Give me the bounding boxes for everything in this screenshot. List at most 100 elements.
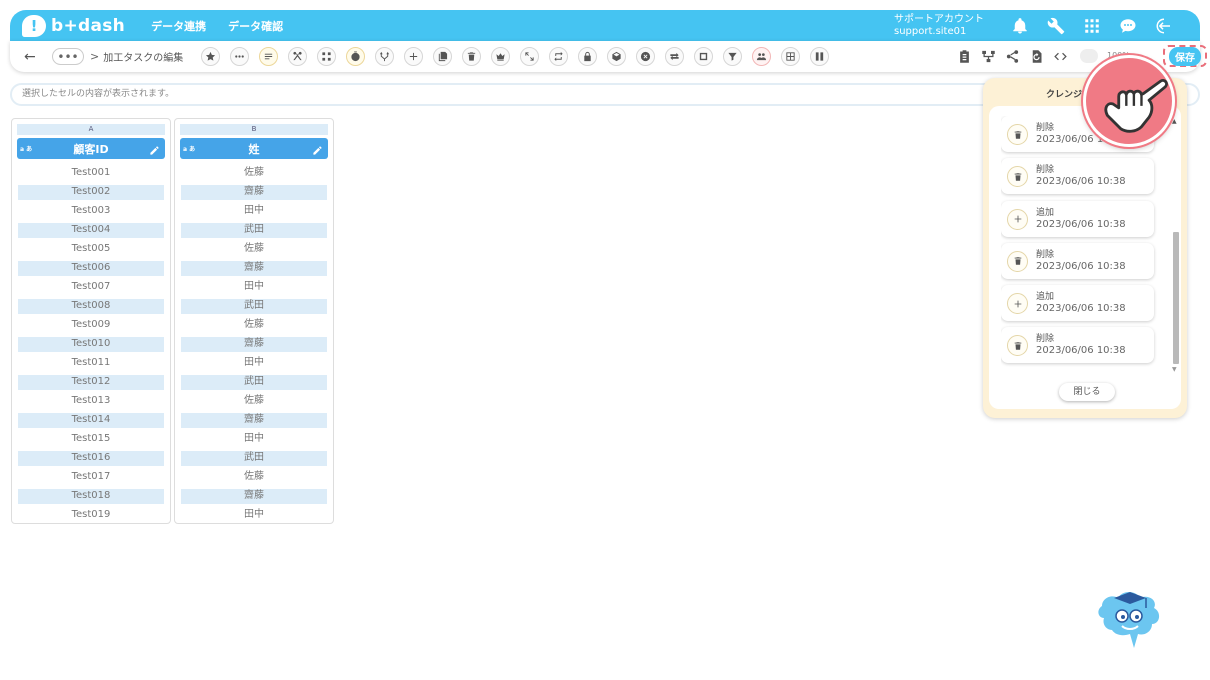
table-row[interactable]: Test004 [18, 221, 164, 240]
history-item[interactable]: 削除 2023/06/06 10:38 [1001, 242, 1154, 279]
table-row[interactable]: Test006 [18, 259, 164, 278]
edit-pencil-icon[interactable] [149, 141, 161, 155]
frame-icon[interactable] [694, 47, 714, 66]
wrench-icon[interactable] [1046, 16, 1066, 36]
more-icon[interactable] [230, 47, 250, 66]
app-logo[interactable]: ! b+dash [22, 14, 125, 37]
copy-icon[interactable] [433, 47, 453, 66]
text-lines-icon[interactable] [259, 47, 279, 66]
history-item[interactable]: 削除 2023/06/06 10:38 [1001, 158, 1154, 195]
save-button[interactable]: 保存 [1163, 45, 1207, 67]
cell-value: 齋藤 [181, 261, 327, 276]
table-row[interactable]: Test008 [18, 297, 164, 316]
column-header[interactable]: a あ 姓 [180, 138, 328, 159]
table-row[interactable]: Test010 [18, 335, 164, 354]
trash-icon[interactable] [462, 47, 482, 66]
bell-icon[interactable] [1010, 16, 1030, 36]
scroll-thumb[interactable] [1173, 232, 1179, 364]
tool-buttons [201, 47, 839, 66]
chat-icon[interactable] [1118, 16, 1138, 36]
table-row[interactable]: 齋藤 [181, 411, 327, 430]
columns-icon[interactable] [810, 47, 830, 66]
table-row[interactable]: 武田 [181, 221, 327, 240]
people-icon[interactable] [752, 47, 772, 66]
history-item[interactable]: 削除 2023/06/06 10:38 [1001, 327, 1154, 364]
cancel-icon[interactable] [636, 47, 656, 66]
expand-icon[interactable] [520, 47, 540, 66]
table-row[interactable]: Test013 [18, 392, 164, 411]
swap-icon[interactable] [665, 47, 685, 66]
table-row[interactable]: Test007 [18, 278, 164, 297]
table-row[interactable]: Test019 [18, 506, 164, 525]
table-row[interactable]: Test012 [18, 373, 164, 392]
table-row[interactable]: 田中 [181, 430, 327, 449]
nav-data-link[interactable]: データ連携 [151, 18, 206, 34]
table-row[interactable]: 佐藤 [181, 164, 327, 183]
history-scrollbar[interactable]: ▲ ▼ [1172, 118, 1180, 373]
zoom-toggle[interactable] [1080, 49, 1098, 63]
table-row[interactable]: 田中 [181, 202, 327, 221]
history-item[interactable]: 追加 2023/06/06 10:38 [1001, 200, 1154, 237]
table-row[interactable]: Test011 [18, 354, 164, 373]
history-icon[interactable] [1027, 47, 1045, 65]
table-row[interactable]: 齋藤 [181, 335, 327, 354]
grid-icon[interactable] [1082, 16, 1102, 36]
table-row[interactable]: Test001 [18, 164, 164, 183]
history-action: 追加 [1036, 207, 1055, 218]
table-row[interactable]: 佐藤 [181, 468, 327, 487]
table-row[interactable]: Test009 [18, 316, 164, 335]
lock-icon[interactable] [578, 47, 598, 66]
repeat-icon[interactable] [549, 47, 569, 66]
table-row[interactable]: Test018 [18, 487, 164, 506]
cell-value: 佐藤 [244, 471, 264, 482]
table-row[interactable]: 齋藤 [181, 487, 327, 506]
star-icon[interactable] [201, 47, 221, 66]
merge-icon[interactable] [317, 47, 337, 66]
network-icon[interactable] [979, 47, 997, 65]
back-arrow-icon[interactable]: ← [24, 49, 38, 65]
table-row[interactable]: Test003 [18, 202, 164, 221]
history-item[interactable]: 追加 2023/06/06 10:38 [1001, 285, 1154, 322]
table-row[interactable]: Test005 [18, 240, 164, 259]
table-row[interactable]: Test002 [18, 183, 164, 202]
share-icon[interactable] [1003, 47, 1021, 65]
table-row[interactable]: Test014 [18, 411, 164, 430]
logout-icon[interactable] [1154, 16, 1174, 36]
add-icon[interactable] [404, 47, 424, 66]
breadcrumb-more-button[interactable]: ••• [52, 48, 84, 65]
edit-pencil-icon[interactable] [312, 141, 324, 155]
table-row[interactable]: 齋藤 [181, 183, 327, 202]
nav-data-check[interactable]: データ確認 [228, 18, 283, 34]
clipboard-icon[interactable] [955, 47, 973, 65]
package-icon[interactable] [607, 47, 627, 66]
mascot-character-icon[interactable] [1094, 588, 1164, 654]
table-row[interactable]: Test017 [18, 468, 164, 487]
column-letter[interactable]: A [17, 124, 165, 135]
table-row[interactable]: 佐藤 [181, 392, 327, 411]
table-icon[interactable] [781, 47, 801, 66]
scroll-up-arrow-icon[interactable]: ▲ [1172, 118, 1177, 125]
account-info[interactable]: サポートアカウント support.site01 [894, 14, 984, 38]
table-row[interactable]: Test016 [18, 449, 164, 468]
table-row[interactable]: Test015 [18, 430, 164, 449]
table-row[interactable]: 田中 [181, 506, 327, 525]
fork-icon[interactable] [375, 47, 395, 66]
code-icon[interactable] [1051, 47, 1069, 65]
table-row[interactable]: 武田 [181, 297, 327, 316]
column-header[interactable]: a あ 顧客ID [17, 138, 165, 159]
table-row[interactable]: 齋藤 [181, 259, 327, 278]
column-letter[interactable]: B [180, 124, 328, 135]
history-list: 削除 2023/06/06 10:38 削除 2023/06/06 10:38 追加 20… [1001, 116, 1161, 378]
scissors-icon[interactable] [288, 47, 308, 66]
table-row[interactable]: 佐藤 [181, 240, 327, 259]
timer-icon[interactable] [346, 47, 366, 66]
close-button[interactable]: 閉じる [1059, 383, 1115, 401]
filter-icon[interactable] [723, 47, 743, 66]
crown-icon[interactable] [491, 47, 511, 66]
table-row[interactable]: 佐藤 [181, 316, 327, 335]
table-row[interactable]: 武田 [181, 373, 327, 392]
table-row[interactable]: 武田 [181, 449, 327, 468]
table-row[interactable]: 田中 [181, 278, 327, 297]
table-row[interactable]: 田中 [181, 354, 327, 373]
scroll-down-arrow-icon[interactable]: ▼ [1172, 366, 1177, 373]
